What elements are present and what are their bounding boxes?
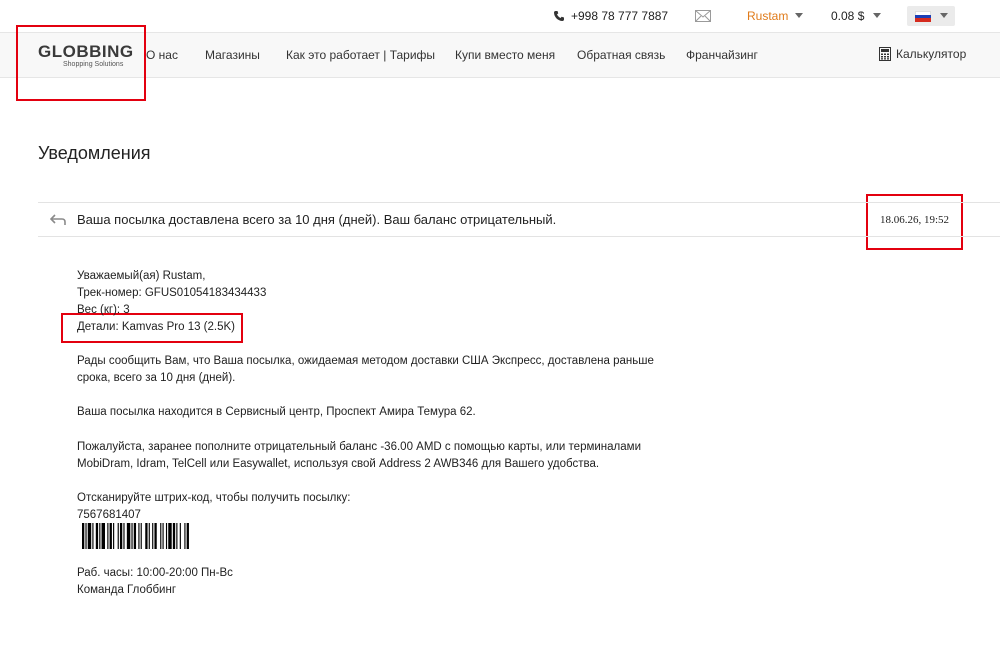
paragraph-delivered-line-2: срока, всего за 10 дня (дней). bbox=[77, 372, 236, 384]
barcode-bar bbox=[133, 523, 137, 549]
main-nav: GLOBBING Shopping Solutions О нас Магази… bbox=[0, 32, 1000, 78]
page-title: Уведомления bbox=[38, 143, 151, 163]
package-details: Детали: Kamvas Pro 13 (2.5K) bbox=[77, 321, 235, 333]
barcode-bar bbox=[109, 523, 112, 549]
notification-date: 18.06.26, 19:52 bbox=[880, 214, 950, 226]
barcode-bar bbox=[113, 523, 115, 549]
paragraph-balance-line-1: Пожалуйста, заранее пополните отрицатель… bbox=[77, 441, 641, 453]
barcode-bar bbox=[160, 523, 162, 549]
calculator-link[interactable]: Калькулятор bbox=[879, 47, 966, 61]
barcode-bar bbox=[145, 523, 148, 549]
barcode-bar bbox=[154, 523, 157, 549]
barcode-bar bbox=[152, 523, 154, 549]
nav-item-franchising[interactable]: Франчайзинг bbox=[686, 48, 758, 62]
mail-icon[interactable] bbox=[695, 10, 711, 22]
scan-label: Отсканируйте штрих-код, чтобы получить п… bbox=[77, 492, 351, 504]
chevron-down-icon bbox=[940, 13, 948, 18]
language-selector[interactable] bbox=[907, 6, 955, 26]
chevron-down-icon[interactable] bbox=[873, 13, 881, 18]
barcode-bar bbox=[99, 523, 101, 549]
barcode-bar bbox=[131, 523, 133, 549]
user-menu[interactable]: Rustam bbox=[747, 9, 788, 23]
signature: Команда Глоббинг bbox=[77, 584, 177, 596]
weight: Вес (кг): 3 bbox=[77, 304, 130, 316]
notification-header[interactable]: Ваша посылка доставлена всего за 10 дня … bbox=[38, 202, 1000, 237]
phone-link[interactable]: +998 78 777 7887 bbox=[553, 9, 668, 23]
barcode-bar bbox=[101, 523, 105, 549]
barcode-bar bbox=[165, 523, 168, 549]
paragraph-location: Ваша посылка находится в Сервисный центр… bbox=[77, 406, 476, 418]
highlight-box-logo bbox=[16, 25, 146, 101]
nav-item-stores[interactable]: Магазины bbox=[205, 48, 260, 62]
barcode-bar bbox=[186, 523, 189, 549]
barcode-bar bbox=[95, 523, 99, 549]
paragraph-balance-line-2: MobiDram, Idram, TelCell или Easywallet,… bbox=[77, 458, 600, 470]
calculator-icon bbox=[879, 47, 891, 61]
barcode-bar bbox=[107, 523, 109, 549]
nav-item-feedback[interactable]: Обратная связь bbox=[577, 48, 665, 62]
phone-number: +998 78 777 7887 bbox=[571, 9, 669, 23]
reply-icon[interactable] bbox=[50, 214, 66, 226]
barcode-bar bbox=[85, 523, 87, 549]
greeting: Уважаемый(ая) Rustam, bbox=[77, 270, 206, 282]
barcode-image bbox=[82, 523, 189, 549]
barcode-bar bbox=[117, 523, 119, 549]
notification-subject: Ваша посылка доставлена всего за 10 дня … bbox=[77, 212, 557, 227]
barcode-bar bbox=[168, 523, 172, 549]
barcode-bar bbox=[162, 523, 164, 549]
calculator-label: Калькулятор bbox=[896, 47, 967, 61]
top-bar: +998 78 777 7887 Rustam 0.08 $ bbox=[0, 0, 1000, 32]
working-hours: Раб. часы: 10:00-20:00 Пн-Вс bbox=[77, 567, 233, 579]
barcode-bar bbox=[82, 523, 85, 549]
paragraph-delivered-line-1: Рады сообщить Вам, что Ваша посылка, ожи… bbox=[77, 355, 654, 367]
tracking-number: Трек-номер: GFUS01054183434433 bbox=[77, 287, 267, 299]
russian-flag-icon bbox=[915, 11, 931, 22]
nav-item-buy-for-me[interactable]: Купи вместо меня bbox=[455, 48, 555, 62]
barcode-bar bbox=[179, 523, 181, 549]
barcode-bar bbox=[119, 523, 123, 549]
barcode-bar bbox=[140, 523, 142, 549]
barcode-bar bbox=[184, 523, 186, 549]
barcode-bar bbox=[138, 523, 140, 549]
nav-item-how-it-works[interactable]: Как это работает | Тарифы bbox=[286, 48, 435, 62]
barcode-bar bbox=[126, 523, 131, 549]
phone-icon bbox=[554, 11, 564, 21]
balance-display[interactable]: 0.08 $ bbox=[831, 9, 864, 23]
barcode-number: 7567681407 bbox=[77, 509, 141, 521]
chevron-down-icon[interactable] bbox=[795, 13, 803, 18]
barcode-bar bbox=[172, 523, 176, 549]
barcode-bar bbox=[92, 523, 94, 549]
nav-item-about[interactable]: О нас bbox=[146, 48, 178, 62]
barcode-bar bbox=[176, 523, 178, 549]
barcode-bar bbox=[87, 523, 92, 549]
barcode-bar bbox=[123, 523, 125, 549]
barcode-bar bbox=[148, 523, 150, 549]
